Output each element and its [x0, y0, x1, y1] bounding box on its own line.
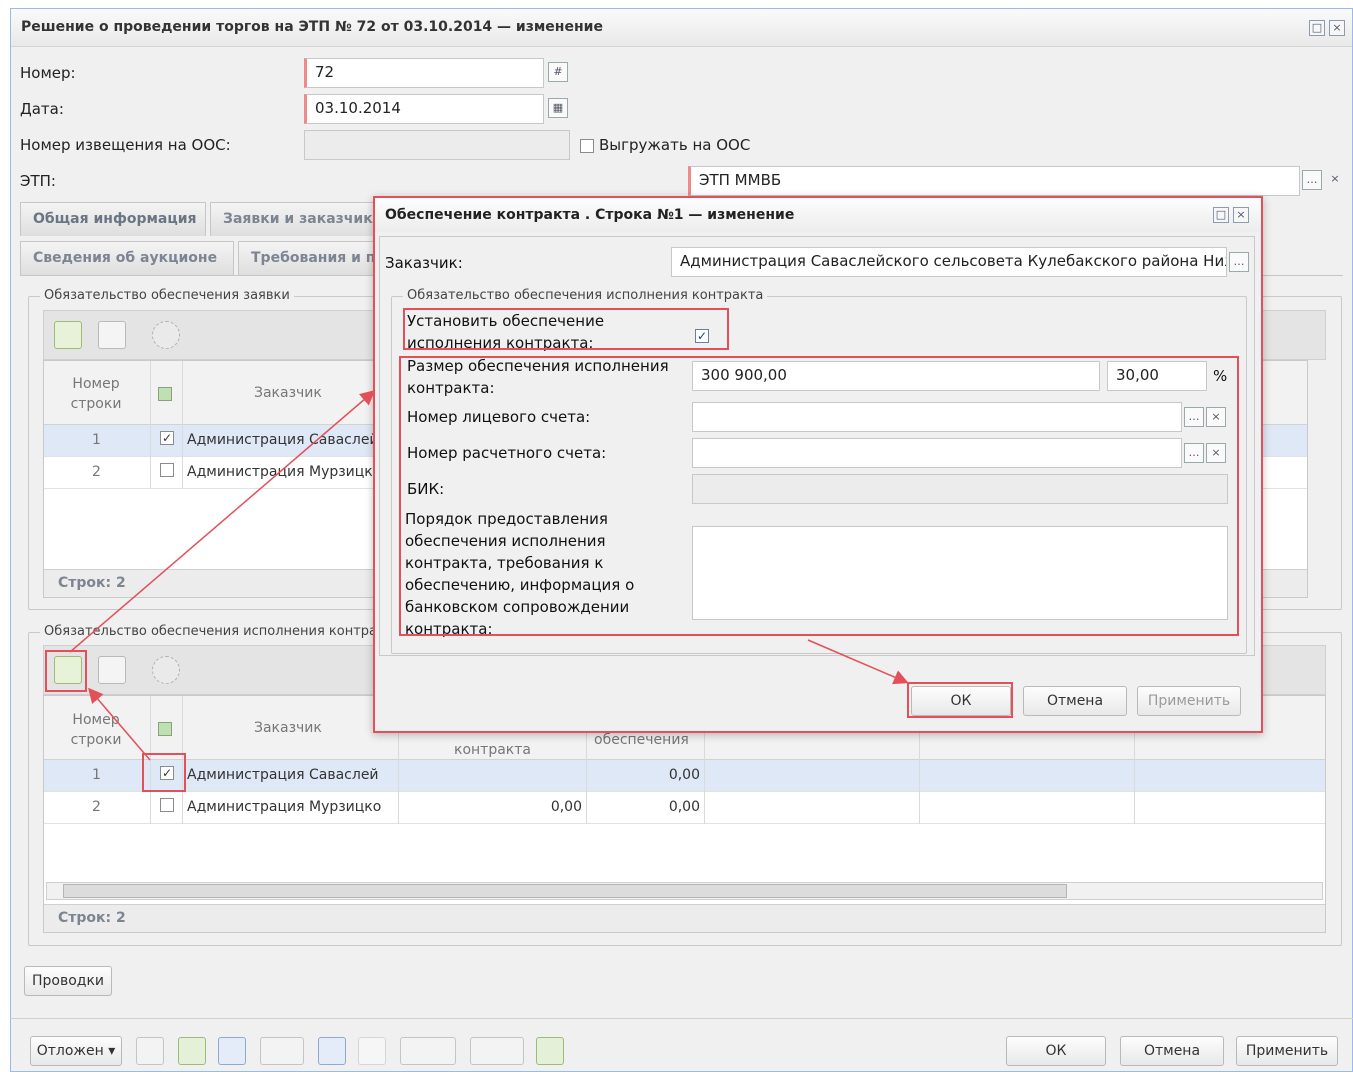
- date-label: Дата:: [20, 100, 64, 118]
- main-apply-button[interactable]: Применить: [1236, 1036, 1338, 1066]
- row-provide: 0,00: [668, 799, 700, 815]
- etp-label: ЭТП:: [20, 172, 56, 190]
- tab-general[interactable]: Общая информация: [20, 202, 206, 236]
- main-cancel-button[interactable]: Отмена: [1120, 1036, 1224, 1066]
- column-provide-header: обеспечения: [594, 732, 689, 748]
- settings-gear-icon[interactable]: [152, 321, 180, 349]
- fields-highlight: [399, 356, 1239, 636]
- bottom-divider: [10, 1018, 1353, 1019]
- refresh-icon[interactable]: [178, 1037, 206, 1065]
- row-customer: Администрация Мурзицкого: [187, 464, 375, 480]
- col-divider: [182, 361, 183, 489]
- upload-checkbox[interactable]: [580, 139, 594, 153]
- row-customer: Администрация Саваслейского: [187, 432, 375, 448]
- security-group-legend: Обязательство обеспечения исполнения кон…: [403, 288, 768, 303]
- calendar-icon[interactable]: ▦: [548, 98, 568, 118]
- main-ok-button[interactable]: ОК: [1006, 1036, 1106, 1066]
- column-size-header: контракта: [454, 742, 531, 758]
- date-field[interactable]: 03.10.2014: [304, 94, 544, 124]
- attachment-icon[interactable]: [318, 1037, 346, 1065]
- set-security-highlight: [403, 308, 729, 350]
- select-all-checkbox[interactable]: [158, 722, 172, 736]
- dialog-title: Обеспечение контракта . Строка №1 — изме…: [385, 207, 795, 223]
- approve-icon[interactable]: [536, 1037, 564, 1065]
- row-count: Строк: 2: [58, 575, 126, 591]
- number-label: Номер:: [20, 64, 76, 82]
- customer-field[interactable]: Администрация Саваслейского сельсовета К…: [671, 247, 1227, 277]
- row-checkbox[interactable]: ✓: [160, 431, 174, 445]
- column-number-header: Номер строки: [70, 712, 122, 748]
- horizontal-scrollbar[interactable]: [46, 882, 1323, 900]
- etp-clear-icon[interactable]: ×: [1325, 170, 1345, 190]
- table-row[interactable]: 1 ✓ Администрация Саваслей 0,00: [44, 760, 1325, 792]
- dialog-apply-button[interactable]: Применить: [1137, 686, 1241, 716]
- column-customer-header: Заказчик: [254, 385, 322, 401]
- row-customer: Администрация Саваслей: [187, 767, 379, 783]
- checkbox-highlight: [142, 753, 186, 792]
- row-number: 2: [92, 799, 101, 815]
- settings-gear-icon[interactable]: [152, 656, 180, 684]
- notice-number-field[interactable]: [304, 130, 570, 160]
- globe-icon[interactable]: [400, 1037, 456, 1065]
- row-size: 0,00: [550, 799, 582, 815]
- customer-label: Заказчик:: [385, 254, 463, 272]
- ok-highlight: [907, 682, 1013, 718]
- window-titlebar: Решение о проведении торгов на ЭТП № 72 …: [11, 9, 1352, 47]
- row-number: 1: [92, 432, 101, 448]
- row-checkbox[interactable]: [160, 798, 174, 812]
- delete-icon[interactable]: [98, 321, 126, 349]
- contract-security-dialog: Обеспечение контракта . Строка №1 — изме…: [373, 196, 1263, 733]
- customer-select-icon[interactable]: …: [1229, 252, 1249, 272]
- export-icon[interactable]: [470, 1037, 524, 1065]
- status-label: Отложен: [36, 1043, 104, 1059]
- close-icon[interactable]: ×: [1329, 20, 1345, 36]
- etp-select-icon[interactable]: …: [1302, 170, 1322, 190]
- delete-icon[interactable]: [98, 656, 126, 684]
- row-customer: Администрация Мурзицко: [187, 799, 382, 815]
- column-number-header: Номер строки: [70, 376, 122, 412]
- notice-label: Номер извещения на ООС:: [20, 136, 231, 154]
- table-footer: Строк: 2: [44, 904, 1325, 932]
- upload-label: Выгружать на ООС: [599, 136, 751, 154]
- dialog-titlebar: Обеспечение контракта . Строка №1 — изме…: [375, 198, 1261, 232]
- dialog-cancel-button[interactable]: Отмена: [1023, 686, 1127, 716]
- edit-highlight: [45, 650, 87, 692]
- print-icon[interactable]: [260, 1037, 304, 1065]
- table-row[interactable]: 2 Администрация Мурзицко 0,00 0,00: [44, 792, 1325, 824]
- tab-bids[interactable]: Заявки и заказчики: [210, 202, 376, 236]
- document-icon[interactable]: [136, 1037, 164, 1065]
- row-provide: 0,00: [668, 767, 700, 783]
- provodki-button[interactable]: Проводки: [24, 966, 112, 996]
- status-dropdown-button[interactable]: Отложен ▾: [30, 1036, 122, 1066]
- dialog-close-icon[interactable]: ×: [1233, 207, 1249, 223]
- col-divider: [150, 361, 151, 489]
- scrollbar-thumb[interactable]: [63, 884, 1067, 898]
- select-all-checkbox[interactable]: [158, 387, 172, 401]
- dialog-maximize-icon[interactable]: □: [1213, 207, 1229, 223]
- number-field[interactable]: 72: [304, 58, 544, 88]
- tab-requirements[interactable]: Требования и п: [238, 241, 376, 275]
- row-checkbox[interactable]: [160, 463, 174, 477]
- row-number: 2: [92, 464, 101, 480]
- edit-icon[interactable]: [54, 321, 82, 349]
- tab-auction[interactable]: Сведения об аукционе: [20, 241, 234, 275]
- window-title: Решение о проведении торгов на ЭТП № 72 …: [21, 19, 603, 35]
- maximize-icon[interactable]: □: [1309, 20, 1325, 36]
- contract-security-legend: Обязательство обеспечения исполнения кон…: [40, 624, 405, 639]
- link-icon[interactable]: [358, 1037, 386, 1065]
- row-number: 1: [92, 767, 101, 783]
- bid-security-legend: Обязательство обеспечения заявки: [40, 288, 294, 303]
- undo-icon[interactable]: [218, 1037, 246, 1065]
- number-generate-icon[interactable]: #: [548, 62, 568, 82]
- etp-field[interactable]: ЭТП ММВБ: [688, 166, 1300, 196]
- row-count: Строк: 2: [58, 910, 126, 926]
- column-customer-header: Заказчик: [254, 720, 322, 736]
